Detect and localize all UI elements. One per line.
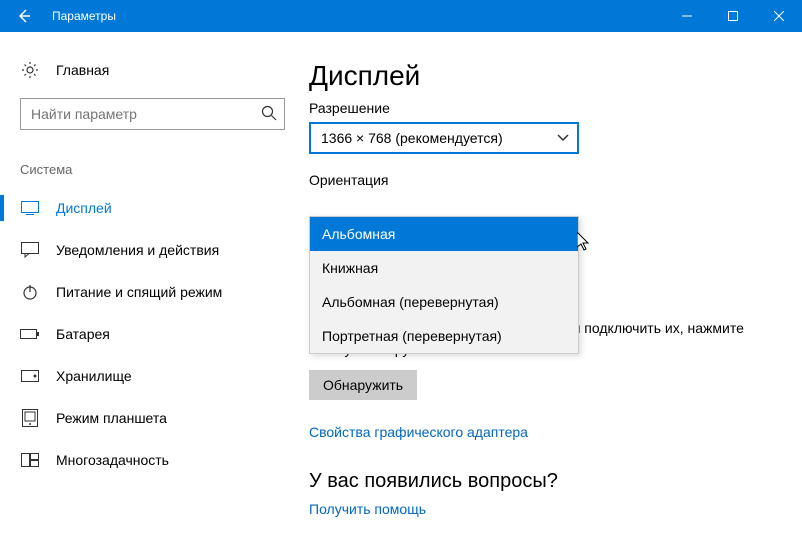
search-icon bbox=[261, 105, 277, 121]
sidebar-item-label: Питание и спящий режим bbox=[56, 284, 222, 300]
minimize-button[interactable] bbox=[664, 0, 710, 32]
sidebar-item-tablet[interactable]: Режим планшета bbox=[0, 397, 305, 439]
power-icon bbox=[20, 282, 40, 302]
orientation-option[interactable]: Альбомная (перевернутая) bbox=[310, 285, 578, 319]
sidebar-item-storage[interactable]: Хранилище bbox=[0, 355, 305, 397]
back-button[interactable] bbox=[0, 0, 48, 32]
multitask-icon bbox=[20, 450, 40, 470]
tablet-icon bbox=[20, 408, 40, 428]
battery-icon bbox=[20, 324, 40, 344]
orientation-option[interactable]: Портретная (перевернутая) bbox=[310, 319, 578, 353]
titlebar: Параметры bbox=[0, 0, 802, 32]
sidebar-item-power[interactable]: Питание и спящий режим bbox=[0, 271, 305, 313]
minimize-icon bbox=[682, 11, 692, 21]
sidebar-item-label: Многозадачность bbox=[56, 452, 169, 468]
help-heading: У вас появились вопросы? bbox=[309, 470, 772, 493]
resolution-value: 1366 × 768 (рекомендуется) bbox=[321, 130, 503, 146]
resolution-select[interactable]: 1366 × 768 (рекомендуется) bbox=[309, 122, 579, 154]
resolution-label: Разрешение bbox=[309, 100, 772, 116]
home-link[interactable]: Главная bbox=[0, 52, 305, 88]
adapter-properties-link[interactable]: Свойства графического адаптера bbox=[309, 424, 528, 440]
sidebar: Главная Система Дисплей Уведомления и де… bbox=[0, 32, 305, 559]
category-label: Система bbox=[0, 150, 305, 187]
maximize-button[interactable] bbox=[710, 0, 756, 32]
get-help-link[interactable]: Получить помощь bbox=[309, 501, 426, 517]
search-input[interactable] bbox=[20, 98, 285, 130]
sidebar-item-label: Дисплей bbox=[56, 200, 112, 216]
content: Главная Система Дисплей Уведомления и де… bbox=[0, 32, 802, 559]
search-wrapper bbox=[20, 98, 285, 130]
sidebar-item-notifications[interactable]: Уведомления и действия bbox=[0, 229, 305, 271]
sidebar-item-label: Режим планшета bbox=[56, 410, 167, 426]
orientation-option[interactable]: Книжная bbox=[310, 251, 578, 285]
page-title: Дисплей bbox=[309, 60, 772, 92]
sidebar-item-battery[interactable]: Батарея bbox=[0, 313, 305, 355]
cursor-icon bbox=[577, 232, 593, 252]
sidebar-item-label: Уведомления и действия bbox=[56, 242, 219, 258]
orientation-dropdown: Альбомная Книжная Альбомная (перевернута… bbox=[309, 216, 579, 354]
close-button[interactable] bbox=[756, 0, 802, 32]
storage-icon bbox=[20, 366, 40, 386]
gear-icon bbox=[20, 60, 40, 80]
maximize-icon bbox=[728, 11, 738, 21]
arrow-left-icon bbox=[16, 8, 32, 24]
orientation-option[interactable]: Альбомная bbox=[310, 217, 578, 251]
sidebar-item-multitask[interactable]: Многозадачность bbox=[0, 439, 305, 481]
home-label: Главная bbox=[56, 62, 109, 78]
window-title: Параметры bbox=[48, 9, 664, 23]
sidebar-item-label: Батарея bbox=[56, 326, 110, 342]
sidebar-item-display[interactable]: Дисплей bbox=[0, 187, 305, 229]
close-icon bbox=[774, 11, 784, 21]
orientation-label: Ориентация bbox=[309, 172, 772, 188]
sidebar-item-label: Хранилище bbox=[56, 368, 132, 384]
main-panel: Дисплей Разрешение 1366 × 768 (рекоменду… bbox=[305, 32, 802, 559]
chat-icon bbox=[20, 240, 40, 260]
display-icon bbox=[20, 198, 40, 218]
detect-button[interactable]: Обнаружить bbox=[309, 370, 417, 400]
chevron-down-icon bbox=[557, 134, 569, 142]
